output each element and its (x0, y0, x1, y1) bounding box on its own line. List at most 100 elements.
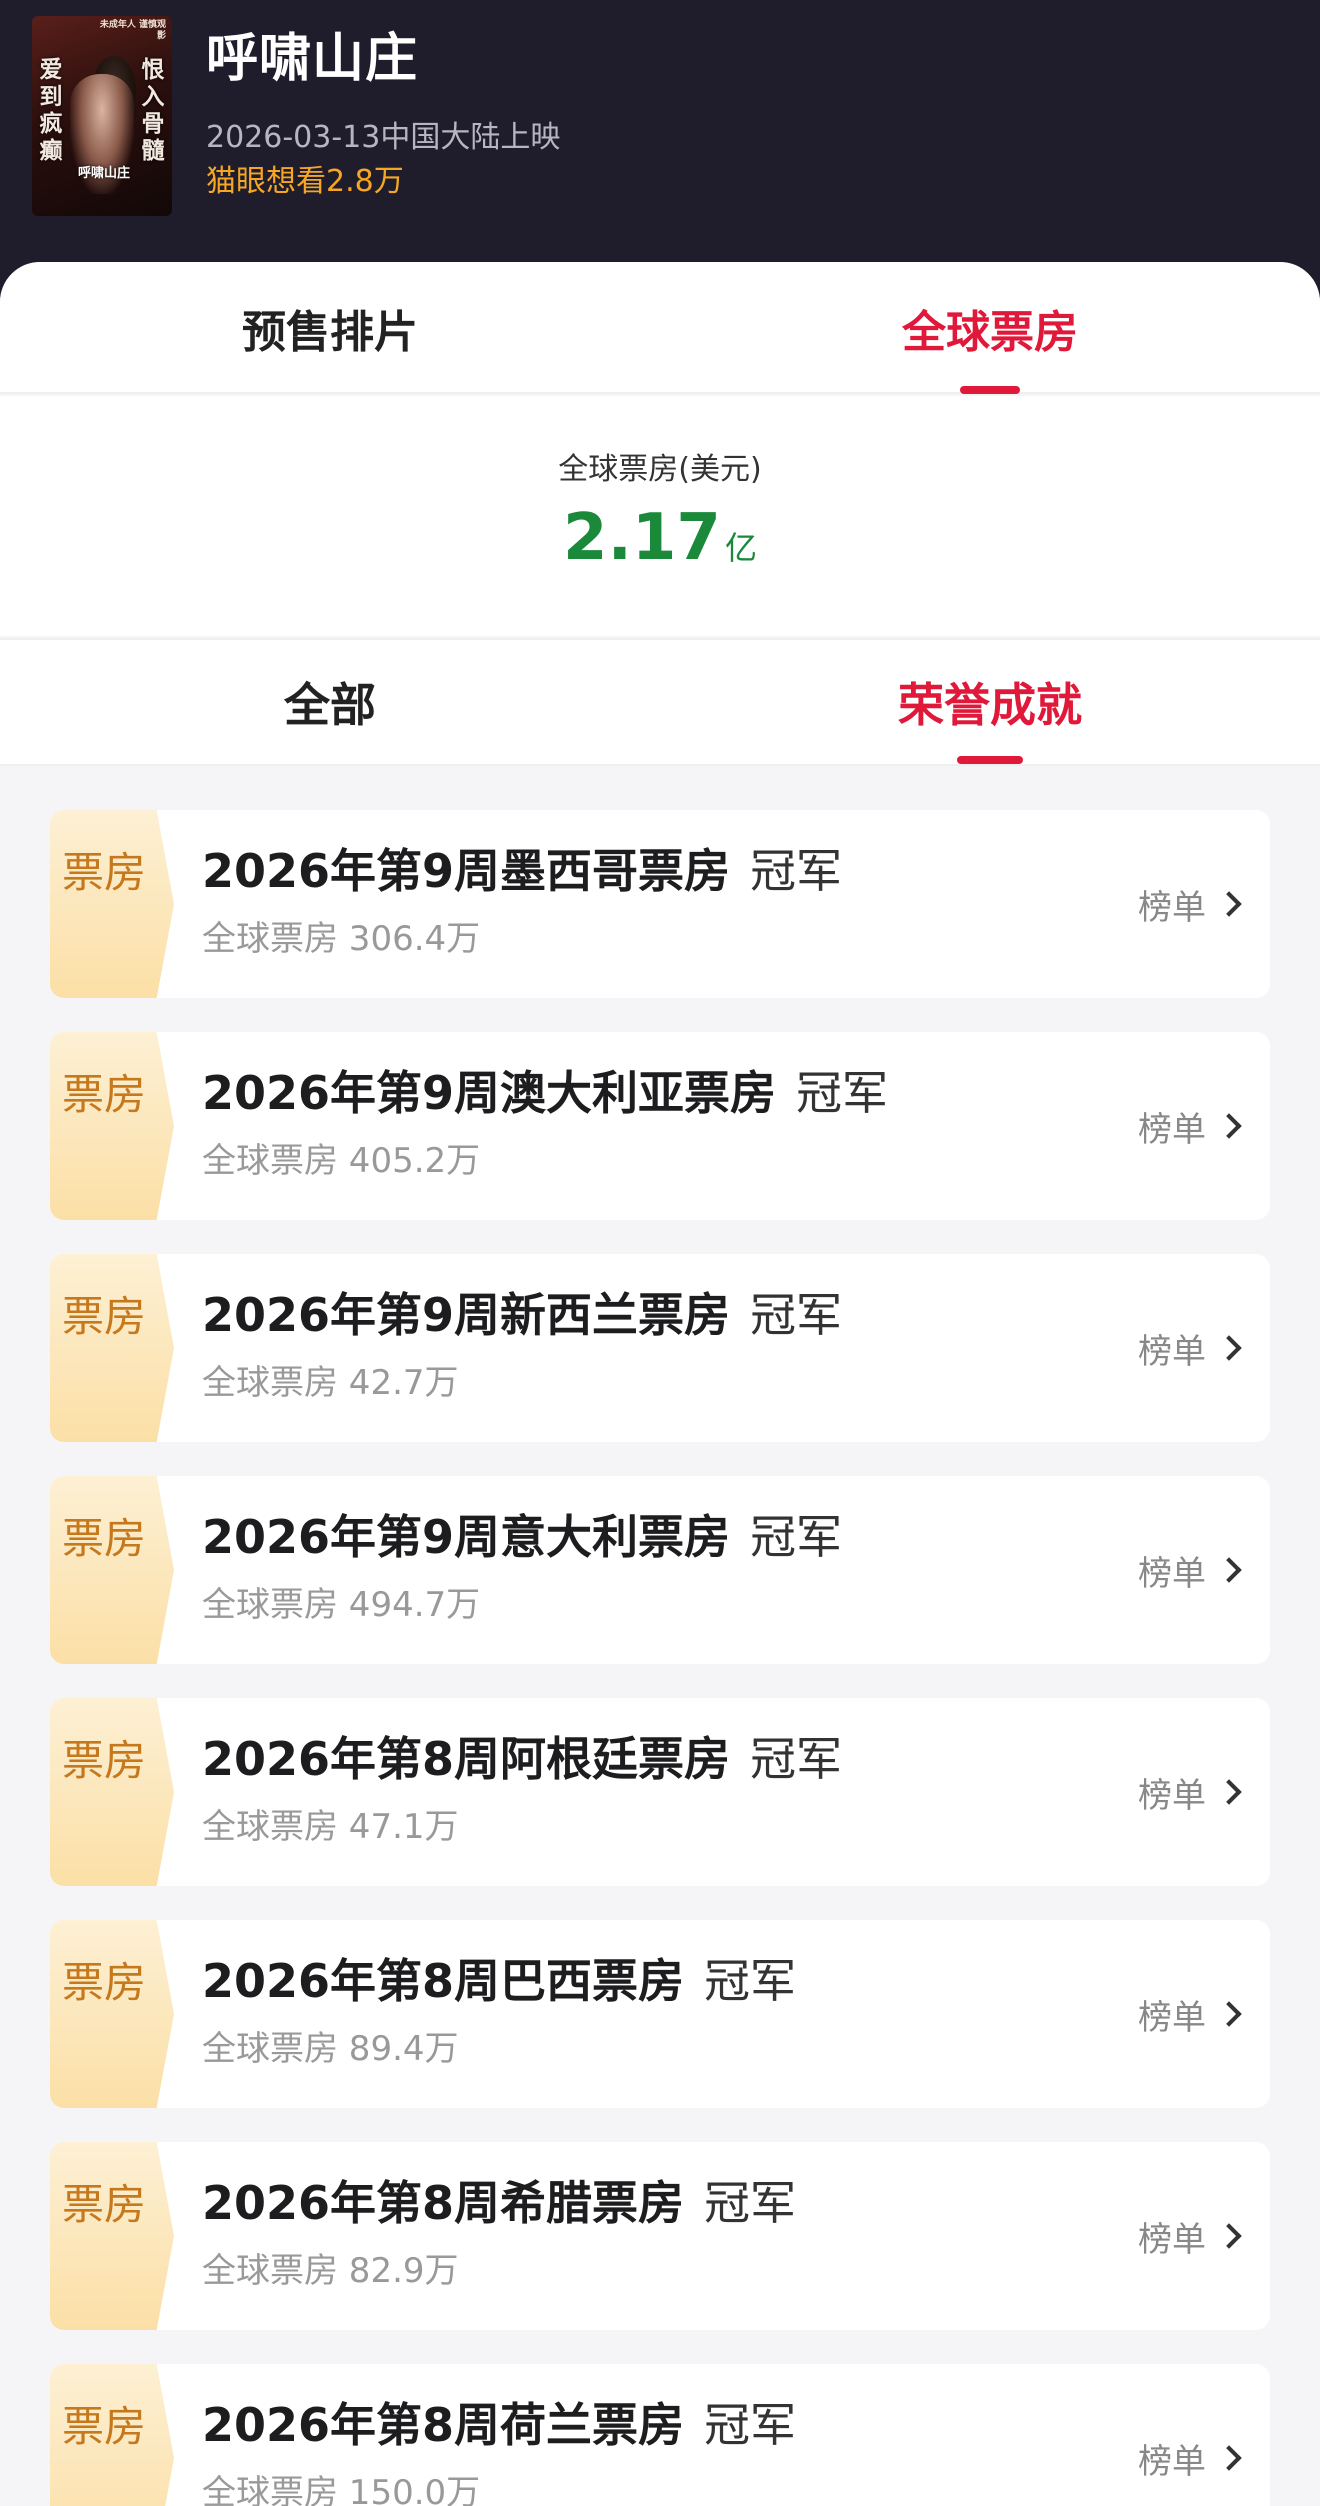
achievement-title: 2026年第8周巴西票房 冠军 (202, 1950, 796, 2012)
gross-label: 全球票房(美元) (558, 452, 762, 487)
achievement-card[interactable]: 票房 2026年第8周阿根廷票房 冠军 全球票房 47.1万 榜单 (50, 1698, 1270, 1886)
achievement-gross: 全球票房 42.7万 (202, 1363, 459, 1403)
tab-label: 荣誉成就 (898, 678, 1082, 732)
tab-honors[interactable]: 荣誉成就 (660, 640, 1320, 764)
achievement-gross: 全球票房 494.7万 (202, 1585, 481, 1625)
chart-link[interactable]: 榜单 (1138, 876, 1242, 932)
achievement-rank: 冠军 (750, 844, 843, 898)
badge-label: 票房 (61, 1070, 146, 1119)
achievement-rank: 冠军 (796, 1066, 889, 1120)
achievement-card[interactable]: 票房 2026年第8周荷兰票房 冠军 全球票房 150.0万 榜单 (50, 2364, 1270, 2506)
gross-value: 2.17 (563, 501, 721, 575)
badge-label: 票房 (61, 2402, 146, 2451)
achievement-card[interactable]: 票房 2026年第8周希腊票房 冠军 全球票房 82.9万 榜单 (50, 2142, 1270, 2330)
achievement-card[interactable]: 票房 2026年第9周新西兰票房 冠军 全球票房 42.7万 榜单 (50, 1254, 1270, 1442)
box-office-badge: 票房 (50, 1032, 174, 1220)
box-office-badge: 票房 (50, 1698, 174, 1886)
poster-title: 呼啸山庄 (77, 166, 130, 181)
tab-label: 预售排片 (242, 307, 418, 358)
achievement-rank: 冠军 (750, 1510, 843, 1564)
gross-unit: 亿 (724, 529, 757, 567)
achievement-title-text: 2026年第9周意大利票房 (202, 1510, 731, 1564)
achievement-rank: 冠军 (750, 1732, 843, 1786)
chart-link[interactable]: 榜单 (1138, 1542, 1242, 1598)
achievement-title: 2026年第8周希腊票房 冠军 (202, 2172, 796, 2234)
active-tab-indicator (960, 386, 1020, 394)
achievement-gross: 全球票房 405.2万 (202, 1141, 481, 1181)
chart-link[interactable]: 榜单 (1138, 1986, 1242, 2042)
badge-label: 票房 (61, 2180, 146, 2229)
global-gross-summary: 全球票房(美元) 2.17 亿 (0, 396, 1320, 636)
main-tab-bar: 预售排片 全球票房 (0, 262, 1320, 394)
achievement-rank: 冠军 (704, 2398, 797, 2452)
chevron-right-icon (1216, 1779, 1242, 1805)
want-to-see-count: 猫眼想看2.8万 (206, 164, 404, 199)
active-tab-indicator (957, 756, 1023, 764)
poster-tagline-left: 爱到疯癫 (39, 56, 63, 164)
box-office-badge: 票房 (50, 1920, 174, 2108)
badge-label: 票房 (61, 1292, 146, 1341)
gross-value-row: 2.17 亿 (0, 498, 1320, 588)
poster-tagline-right: 恨入骨髓 (141, 56, 165, 164)
chevron-right-icon (1216, 2001, 1242, 2027)
badge-label: 票房 (61, 1958, 146, 2007)
chart-link-label: 榜单 (1138, 1997, 1206, 2038)
achievement-title-text: 2026年第8周巴西票房 (202, 1954, 685, 2008)
achievement-title: 2026年第8周荷兰票房 冠军 (202, 2394, 796, 2456)
achievement-gross: 全球票房 47.1万 (202, 1807, 459, 1847)
tab-all[interactable]: 全部 (0, 640, 660, 764)
chart-link-label: 榜单 (1138, 1331, 1206, 1372)
achievement-gross: 全球票房 89.4万 (202, 2029, 459, 2069)
badge-label: 票房 (61, 848, 146, 897)
achievement-title: 2026年第9周墨西哥票房 冠军 (202, 840, 842, 902)
tab-label: 全部 (284, 678, 376, 732)
achievement-rank: 冠军 (704, 2176, 797, 2230)
chevron-right-icon (1216, 2445, 1242, 2471)
achievement-card[interactable]: 票房 2026年第8周巴西票房 冠军 全球票房 89.4万 榜单 (50, 1920, 1270, 2108)
achievement-title: 2026年第9周澳大利亚票房 冠军 (202, 1062, 888, 1124)
chart-link-label: 榜单 (1138, 1553, 1206, 1594)
chart-link-label: 榜单 (1138, 887, 1206, 928)
achievement-title: 2026年第9周意大利票房 冠军 (202, 1506, 842, 1568)
achievement-list: 票房 2026年第9周墨西哥票房 冠军 全球票房 306.4万 榜单 票房 202… (50, 810, 1270, 2506)
achievement-title: 2026年第9周新西兰票房 冠军 (202, 1284, 842, 1346)
chart-link[interactable]: 榜单 (1138, 2208, 1242, 2264)
achievement-gross: 全球票房 82.9万 (202, 2251, 459, 2291)
tab-presale-schedule[interactable]: 预售排片 (0, 262, 660, 394)
achievement-title-text: 2026年第9周墨西哥票房 (202, 844, 731, 898)
chevron-right-icon (1216, 2223, 1242, 2249)
achievement-gross: 全球票房 306.4万 (202, 919, 481, 959)
achievement-rank: 冠军 (704, 1954, 797, 2008)
chevron-right-icon (1216, 1113, 1242, 1139)
tab-label: 全球票房 (902, 307, 1078, 358)
achievement-card[interactable]: 票房 2026年第9周澳大利亚票房 冠军 全球票房 405.2万 榜单 (50, 1032, 1270, 1220)
movie-header: 未成年人 谨慎观影 爱到疯癫 恨入骨髓 呼啸山庄 呼啸山庄 2026-03-13… (0, 0, 1320, 262)
poster-rating-text: 未成年人 谨慎观影 (99, 20, 166, 41)
badge-label: 票房 (61, 1514, 146, 1563)
box-office-badge: 票房 (50, 2364, 174, 2506)
achievement-title-text: 2026年第8周阿根廷票房 (202, 1732, 731, 1786)
movie-title: 呼啸山庄 (206, 29, 419, 89)
chevron-right-icon (1216, 891, 1242, 917)
chart-link-label: 榜单 (1138, 1775, 1206, 1816)
achievement-title-text: 2026年第9周新西兰票房 (202, 1288, 731, 1342)
chart-link[interactable]: 榜单 (1138, 1320, 1242, 1376)
box-office-badge: 票房 (50, 810, 174, 998)
achievement-title-text: 2026年第8周希腊票房 (202, 2176, 685, 2230)
achievement-title-text: 2026年第8周荷兰票房 (202, 2398, 685, 2452)
achievement-card[interactable]: 票房 2026年第9周意大利票房 冠军 全球票房 494.7万 榜单 (50, 1476, 1270, 1664)
chart-link-label: 榜单 (1138, 1109, 1206, 1150)
chart-link[interactable]: 榜单 (1138, 1764, 1242, 1820)
chart-link[interactable]: 榜单 (1138, 1098, 1242, 1154)
chart-link-label: 榜单 (1138, 2219, 1206, 2260)
sub-tab-bar: 全部 荣誉成就 (0, 638, 1320, 766)
achievement-card[interactable]: 票房 2026年第9周墨西哥票房 冠军 全球票房 306.4万 榜单 (50, 810, 1270, 998)
tab-global-box-office[interactable]: 全球票房 (660, 262, 1320, 394)
chart-link[interactable]: 榜单 (1138, 2430, 1242, 2486)
box-office-badge: 票房 (50, 2142, 174, 2330)
box-office-badge: 票房 (50, 1476, 174, 1664)
release-info: 2026-03-13中国大陆上映 (206, 120, 561, 155)
movie-poster[interactable]: 未成年人 谨慎观影 爱到疯癫 恨入骨髓 呼啸山庄 (32, 16, 172, 216)
achievement-title: 2026年第8周阿根廷票房 冠军 (202, 1728, 842, 1790)
achievement-rank: 冠军 (750, 1288, 843, 1342)
